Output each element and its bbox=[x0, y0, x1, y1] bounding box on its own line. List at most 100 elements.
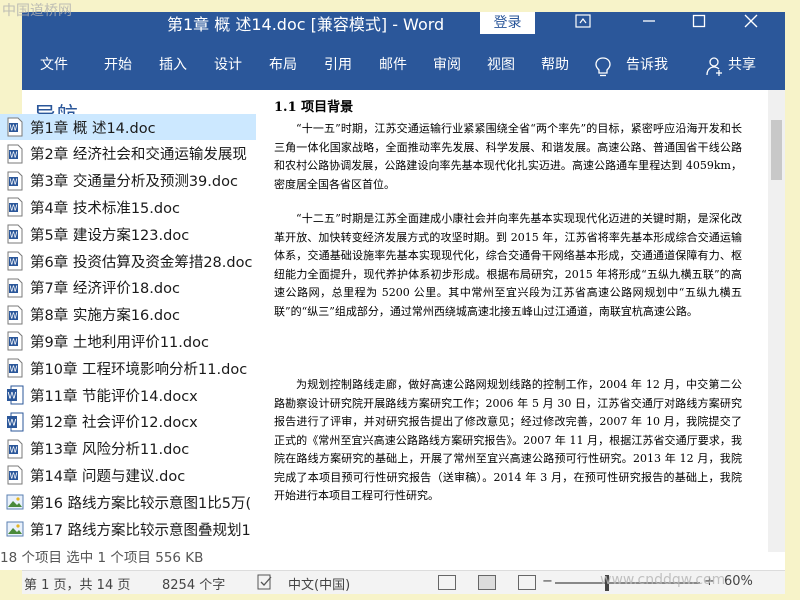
file-row[interactable]: W 第7章 经济评价18.doc bbox=[0, 275, 256, 301]
file-row[interactable]: W 第5章 建设方案123.doc bbox=[0, 221, 256, 247]
scrollbar-thumb[interactable] bbox=[771, 120, 782, 180]
svg-text:W: W bbox=[10, 177, 18, 186]
file-name: 第12章 社会评价12.docx bbox=[30, 415, 198, 432]
watermark-top-left: 中国道桥网 bbox=[2, 3, 72, 19]
close-icon[interactable] bbox=[736, 14, 766, 34]
maximize-icon[interactable] bbox=[684, 14, 714, 34]
file-row[interactable]: W 第12章 社会评价12.docx bbox=[0, 409, 256, 435]
file-row[interactable]: 第17 路线方案比较示意图叠规划1 bbox=[0, 516, 256, 542]
tab-insert[interactable]: 插入 bbox=[159, 50, 187, 80]
zoom-out-icon[interactable]: − bbox=[542, 574, 553, 589]
svg-text:W: W bbox=[10, 311, 18, 320]
ribbon-tabs: 文件 开始 插入 设计 布局 引用 邮件 审阅 视图 帮助 告诉我 共享 bbox=[22, 50, 785, 90]
tell-me-search[interactable]: 告诉我 bbox=[626, 50, 668, 80]
file-row[interactable]: W 第9章 土地利用评价11.doc bbox=[0, 328, 256, 354]
paragraph-2: “十二五”时期是江苏全面建成小康社会并向率先基本实现现代化迈进的关键时期，是深化… bbox=[274, 212, 742, 318]
language[interactable]: 中文(中国) bbox=[288, 574, 350, 593]
window-title: 第1章 概 述14.doc [兼容模式] - Word bbox=[167, 15, 445, 34]
paragraph-3: 为规划控制路线走廊，做好高速公路网规划线路的控制工作，2004 年 12 月，中… bbox=[274, 378, 742, 502]
tab-layout[interactable]: 布局 bbox=[269, 50, 297, 80]
word-doc-icon: W bbox=[6, 465, 24, 485]
lightbulb-icon[interactable] bbox=[594, 56, 612, 78]
file-name: 第2章 经济社会和交通运输发展现 bbox=[30, 147, 247, 164]
word-count[interactable]: 8254 个字 bbox=[162, 574, 225, 593]
svg-text:W: W bbox=[10, 204, 18, 213]
share-person-icon[interactable] bbox=[706, 56, 724, 76]
file-row[interactable]: W 第4章 技术标准15.doc bbox=[0, 194, 256, 220]
svg-text:W: W bbox=[10, 472, 18, 481]
file-name: 第1章 概 述14.doc bbox=[30, 120, 156, 137]
svg-text:W: W bbox=[10, 338, 18, 347]
svg-text:W: W bbox=[10, 284, 18, 293]
file-name: 第3章 交通量分析及预测39.doc bbox=[30, 174, 238, 191]
svg-text:W: W bbox=[10, 258, 18, 267]
svg-text:W: W bbox=[10, 124, 18, 133]
file-row[interactable]: W 第8章 实施方案16.doc bbox=[0, 302, 256, 328]
file-name: 第16 路线方案比较示意图1比5万( bbox=[30, 495, 252, 512]
file-row[interactable]: 第16 路线方案比较示意图1比5万( bbox=[0, 489, 256, 515]
tab-review[interactable]: 审阅 bbox=[433, 50, 461, 80]
read-mode-icon[interactable] bbox=[438, 575, 456, 590]
zoom-level[interactable]: 60% bbox=[724, 574, 753, 589]
word-doc-icon: W bbox=[6, 224, 24, 244]
word-doc-icon: W bbox=[6, 305, 24, 325]
file-row[interactable]: W 第11章 节能评价14.docx bbox=[0, 382, 256, 408]
svg-text:W: W bbox=[10, 150, 18, 159]
paragraph-1: “十一五”时期，江苏交通运输行业紧紧围绕全省“两个率先”的目标，紧密呼应沿海开发… bbox=[274, 122, 742, 191]
file-row[interactable]: W 第10章 工程环境影响分析11.doc bbox=[0, 355, 256, 381]
web-layout-icon[interactable] bbox=[518, 575, 536, 590]
login-button[interactable]: 登录 bbox=[480, 12, 535, 34]
svg-text:W: W bbox=[10, 231, 18, 240]
word-doc-icon: W bbox=[6, 439, 24, 459]
file-row[interactable]: W 第13章 风险分析11.doc bbox=[0, 436, 256, 462]
image-file-icon bbox=[6, 492, 24, 512]
tab-help[interactable]: 帮助 bbox=[541, 50, 569, 80]
print-layout-icon[interactable] bbox=[478, 575, 496, 590]
tab-home[interactable]: 开始 bbox=[104, 50, 132, 80]
file-name: 第9章 土地利用评价11.doc bbox=[30, 334, 209, 351]
file-name: 第14章 问题与建议.doc bbox=[30, 468, 186, 485]
image-file-icon bbox=[6, 519, 24, 539]
explorer-status: 18 个项目 选中 1 个项目 556 KB bbox=[0, 550, 204, 566]
minimize-icon[interactable] bbox=[634, 14, 664, 34]
tab-design[interactable]: 设计 bbox=[214, 50, 242, 80]
document-page[interactable]: 1.1 项目背景 “十一五”时期，江苏交通运输行业紧紧围绕全省“两个率先”的目标… bbox=[260, 90, 768, 552]
word-doc-icon: W bbox=[6, 171, 24, 191]
svg-text:W: W bbox=[8, 418, 17, 428]
tab-mailings[interactable]: 邮件 bbox=[379, 50, 407, 80]
file-row[interactable]: W 第14章 问题与建议.doc bbox=[0, 462, 256, 488]
share-button[interactable]: 共享 bbox=[728, 50, 756, 80]
svg-text:W: W bbox=[8, 392, 17, 402]
file-name: 第7章 经济评价18.doc bbox=[30, 281, 180, 298]
word-doc-icon: W bbox=[6, 331, 24, 351]
section-heading: 1.1 项目背景 bbox=[274, 100, 354, 115]
file-name: 第6章 投资估算及资金筹措28.doc bbox=[30, 254, 253, 271]
file-row[interactable]: W 第1章 概 述14.doc bbox=[0, 114, 256, 140]
title-bar: 第1章 概 述14.doc [兼容模式] - Word 登录 bbox=[22, 12, 785, 50]
file-row[interactable]: W 第2章 经济社会和交通运输发展现 bbox=[0, 141, 256, 167]
ribbon-display-options-icon[interactable] bbox=[568, 14, 598, 34]
tab-file[interactable]: 文件 bbox=[40, 50, 68, 80]
file-name: 第4章 技术标准15.doc bbox=[30, 200, 180, 217]
file-name: 第17 路线方案比较示意图叠规划1 bbox=[30, 522, 251, 539]
svg-text:W: W bbox=[10, 445, 18, 454]
word-doc-icon: W bbox=[6, 358, 24, 378]
word-doc-icon: W bbox=[6, 197, 24, 217]
svg-text:W: W bbox=[10, 365, 18, 374]
file-name: 第10章 工程环境影响分析11.doc bbox=[30, 361, 248, 378]
word-doc-icon: W bbox=[6, 117, 24, 137]
proofing-icon[interactable] bbox=[257, 574, 273, 594]
file-row[interactable]: W 第3章 交通量分析及预测39.doc bbox=[0, 168, 256, 194]
word-docx-icon: W bbox=[6, 412, 24, 432]
file-name: 第11章 节能评价14.docx bbox=[30, 388, 198, 405]
tab-view[interactable]: 视图 bbox=[487, 50, 515, 80]
word-doc-icon: W bbox=[6, 278, 24, 298]
file-name: 第13章 风险分析11.doc bbox=[30, 442, 190, 459]
vertical-scrollbar[interactable] bbox=[768, 90, 785, 552]
file-name: 第8章 实施方案16.doc bbox=[30, 308, 180, 325]
word-doc-icon: W bbox=[6, 144, 24, 164]
page-count[interactable]: 第 1 页，共 14 页 bbox=[24, 574, 130, 593]
file-row[interactable]: W 第6章 投资估算及资金筹措28.doc bbox=[0, 248, 256, 274]
watermark-bottom-right: www.cnddqw.com bbox=[600, 572, 726, 588]
tab-references[interactable]: 引用 bbox=[324, 50, 352, 80]
